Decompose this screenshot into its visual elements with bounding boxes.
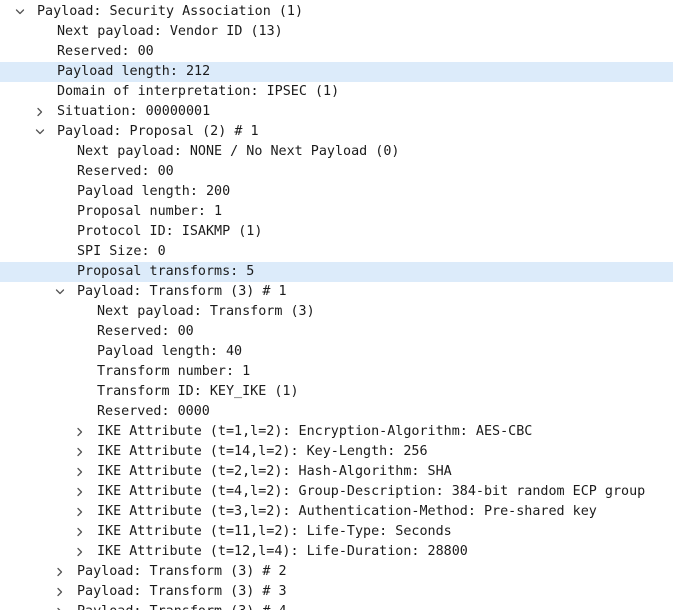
tree-row[interactable]: Domain of interpretation: IPSEC (1): [0, 82, 673, 102]
tree-row-label: Reserved: 00: [77, 164, 174, 179]
tree-row[interactable]: Reserved: 00: [0, 42, 673, 62]
chevron-right-icon[interactable]: [73, 442, 87, 462]
tree-row-label: Payload: Proposal (2) # 1: [57, 124, 259, 139]
tree-row-label: Proposal transforms: 5: [77, 264, 255, 279]
tree-row-label: IKE Attribute (t=3,l=2): Authentication-…: [97, 504, 597, 519]
tree-row[interactable]: Reserved: 0000: [0, 402, 673, 422]
tree-row-label: Protocol ID: ISAKMP (1): [77, 224, 263, 239]
tree-row[interactable]: Next payload: NONE / No Next Payload (0): [0, 142, 673, 162]
tree-row[interactable]: Payload length: 212: [0, 62, 673, 82]
tree-row[interactable]: Payload: Transform (3) # 1: [0, 282, 673, 302]
chevron-right-icon[interactable]: [73, 542, 87, 562]
chevron-right-icon[interactable]: [73, 522, 87, 542]
tree-row[interactable]: Transform number: 1: [0, 362, 673, 382]
tree-row[interactable]: Payload: Security Association (1): [0, 2, 673, 22]
tree-row[interactable]: Payload length: 40: [0, 342, 673, 362]
tree-row-label: IKE Attribute (t=11,l=2): Life-Type: Sec…: [97, 524, 452, 539]
tree-row[interactable]: Next payload: Vendor ID (13): [0, 22, 673, 42]
tree-row[interactable]: Payload: Transform (3) # 2: [0, 562, 673, 582]
tree-row-label: Proposal number: 1: [77, 204, 223, 219]
tree-row-label: Transform ID: KEY_IKE (1): [97, 384, 299, 399]
tree-row-label: Payload: Transform (3) # 2: [77, 564, 287, 579]
tree-row-label: Transform number: 1: [97, 364, 251, 379]
chevron-right-icon[interactable]: [33, 102, 47, 122]
chevron-right-icon[interactable]: [73, 482, 87, 502]
tree-row-label: Reserved: 00: [97, 324, 194, 339]
chevron-down-icon[interactable]: [13, 2, 27, 22]
chevron-right-icon[interactable]: [73, 422, 87, 442]
chevron-right-icon[interactable]: [53, 602, 67, 610]
tree-row-label: Reserved: 00: [57, 44, 154, 59]
tree-row[interactable]: Payload length: 200: [0, 182, 673, 202]
tree-row-label: Domain of interpretation: IPSEC (1): [57, 84, 340, 99]
tree-row[interactable]: IKE Attribute (t=4,l=2): Group-Descripti…: [0, 482, 673, 502]
tree-row[interactable]: IKE Attribute (t=1,l=2): Encryption-Algo…: [0, 422, 673, 442]
tree-row[interactable]: IKE Attribute (t=12,l=4): Life-Duration:…: [0, 542, 673, 562]
tree-row[interactable]: Proposal number: 1: [0, 202, 673, 222]
tree-row[interactable]: Protocol ID: ISAKMP (1): [0, 222, 673, 242]
tree-row-label: Payload: Security Association (1): [37, 4, 304, 19]
chevron-down-icon[interactable]: [33, 122, 47, 142]
tree-row[interactable]: SPI Size: 0: [0, 242, 673, 262]
tree-row-label: Next payload: Vendor ID (13): [57, 24, 283, 39]
tree-row[interactable]: Situation: 00000001: [0, 102, 673, 122]
tree-row[interactable]: Reserved: 00: [0, 162, 673, 182]
tree-row-label: IKE Attribute (t=12,l=4): Life-Duration:…: [97, 544, 468, 559]
tree-row[interactable]: Reserved: 00: [0, 322, 673, 342]
tree-row-label: Situation: 00000001: [57, 104, 211, 119]
tree-row[interactable]: Proposal transforms: 5: [0, 262, 673, 282]
tree-row-label: Payload length: 40: [97, 344, 243, 359]
tree-row[interactable]: Payload: Transform (3) # 4: [0, 602, 673, 610]
chevron-right-icon[interactable]: [53, 562, 67, 582]
tree-row-label: Payload: Transform (3) # 4: [77, 602, 287, 610]
tree-row-label: Reserved: 0000: [97, 404, 210, 419]
tree-row-label: Next payload: Transform (3): [97, 304, 315, 319]
tree-row-label: IKE Attribute (t=4,l=2): Group-Descripti…: [97, 484, 646, 499]
tree-row-label: SPI Size: 0: [77, 244, 166, 259]
tree-row-label: Payload: Transform (3) # 1: [77, 284, 287, 299]
tree-row-label: Payload length: 200: [77, 184, 231, 199]
tree-row[interactable]: Next payload: Transform (3): [0, 302, 673, 322]
tree-row-label: IKE Attribute (t=1,l=2): Encryption-Algo…: [97, 424, 533, 439]
chevron-right-icon[interactable]: [73, 502, 87, 522]
tree-row-label: IKE Attribute (t=14,l=2): Key-Length: 25…: [97, 444, 428, 459]
tree-row-label: Payload length: 212: [57, 64, 211, 79]
chevron-right-icon[interactable]: [53, 582, 67, 602]
tree-row[interactable]: IKE Attribute (t=14,l=2): Key-Length: 25…: [0, 442, 673, 462]
tree-row[interactable]: IKE Attribute (t=3,l=2): Authentication-…: [0, 502, 673, 522]
tree-row-label: Next payload: NONE / No Next Payload (0): [77, 144, 400, 159]
tree-row-label: Payload: Transform (3) # 3: [77, 584, 287, 599]
tree-row[interactable]: IKE Attribute (t=2,l=2): Hash-Algorithm:…: [0, 462, 673, 482]
chevron-right-icon[interactable]: [73, 462, 87, 482]
tree-row[interactable]: Transform ID: KEY_IKE (1): [0, 382, 673, 402]
tree-row[interactable]: IKE Attribute (t=11,l=2): Life-Type: Sec…: [0, 522, 673, 542]
tree-row[interactable]: Payload: Proposal (2) # 1: [0, 122, 673, 142]
tree-row[interactable]: Payload: Transform (3) # 3: [0, 582, 673, 602]
packet-details-tree: Payload: Security Association (1) Next pa…: [0, 0, 673, 610]
tree-row-label: IKE Attribute (t=2,l=2): Hash-Algorithm:…: [97, 464, 452, 479]
chevron-down-icon[interactable]: [53, 282, 67, 302]
